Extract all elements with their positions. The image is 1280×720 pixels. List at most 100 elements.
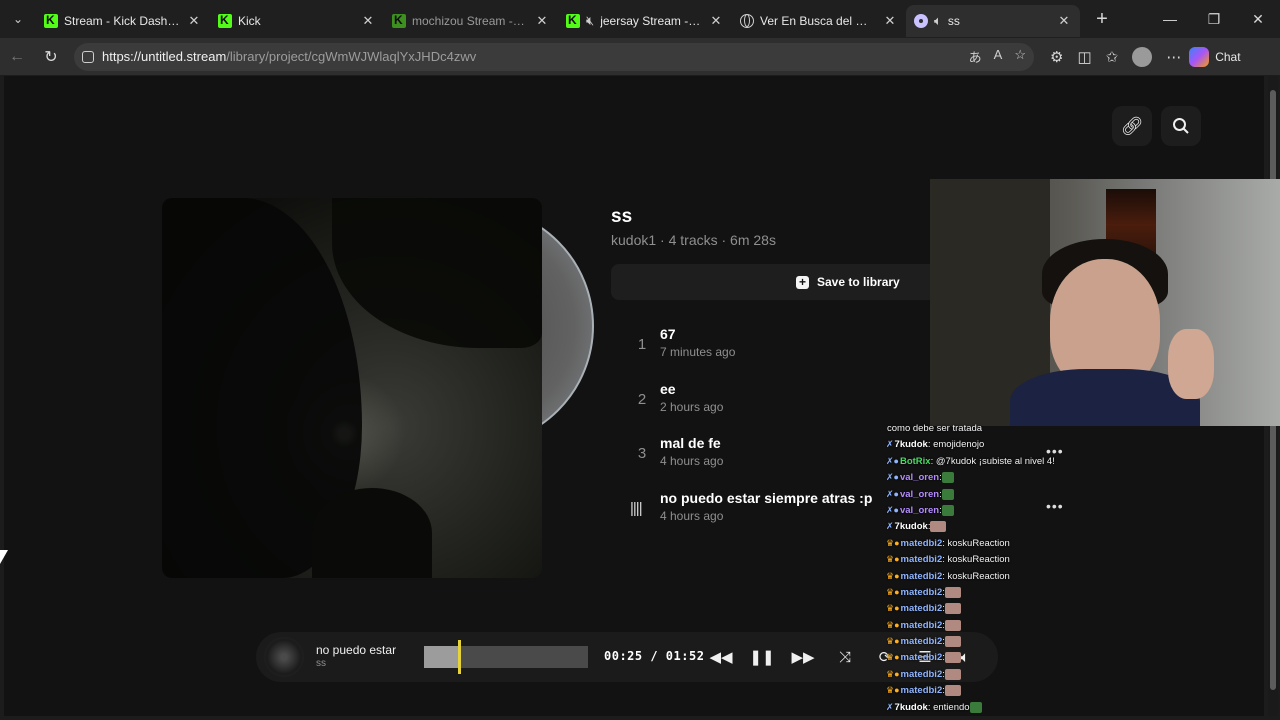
chat-username[interactable]: 7kudok — [895, 702, 928, 713]
track-number: 2 — [637, 391, 647, 408]
chat-username[interactable]: matedbi2 — [901, 554, 943, 565]
track-number: 3 — [637, 445, 647, 462]
chat-emote-icon — [944, 619, 961, 631]
reload-button[interactable]: ↻ — [34, 42, 68, 72]
copilot-chat-button[interactable]: Chat — [1189, 46, 1241, 67]
track-time: 2 hours ago — [660, 400, 724, 414]
split-screen-icon[interactable]: ◫ — [1077, 48, 1091, 66]
track-time: 4 hours ago — [660, 454, 724, 468]
chat-message: ♛●matedbi2: koskuReaction — [886, 551, 1086, 567]
globe-icon — [740, 14, 754, 28]
previous-track-button[interactable]: ◀◀ — [708, 645, 734, 669]
shuffle-button[interactable]: ⤨ — [832, 645, 858, 669]
tab-kick-dashboard[interactable]: Stream - Kick Dashboard ✕ — [36, 5, 210, 37]
tab-title: jeersay Stream - Wa — [600, 14, 702, 28]
favorite-star-icon[interactable]: ☆ — [1014, 47, 1026, 66]
close-tab-icon[interactable]: ✕ — [1056, 13, 1072, 29]
chat-badge-icon: ♛● — [886, 636, 900, 647]
project-title: ss — [611, 206, 633, 227]
chat-text: : koskuReaction — [942, 554, 1010, 566]
chat-emote-icon — [944, 652, 961, 664]
waveform-played — [424, 646, 460, 668]
favorites-icon[interactable]: ✩ — [1106, 48, 1119, 66]
more-menu-icon[interactable]: ⋯ — [1166, 48, 1181, 66]
minimize-button[interactable]: — — [1148, 0, 1192, 38]
save-label: Save to library — [817, 275, 900, 289]
chat-username[interactable]: 7kudok — [895, 439, 928, 450]
close-tab-icon[interactable]: ✕ — [708, 13, 724, 29]
site-info-icon[interactable] — [82, 50, 94, 63]
chat-text: : entiendo — [927, 701, 970, 713]
chat-badge-icon: ♛● — [886, 570, 900, 581]
chat-badge-icon: ♛● — [886, 685, 900, 696]
chat-username[interactable]: matedbi2 — [901, 571, 943, 582]
restore-button[interactable]: ❐ — [1192, 0, 1236, 38]
track-row[interactable]: 1 67 7 minutes ago — [626, 326, 956, 366]
extensions-icon[interactable]: ⚙ — [1050, 48, 1063, 66]
tab-kick[interactable]: Kick ✕ — [210, 5, 384, 37]
chat-username[interactable]: matedbi2 — [901, 636, 943, 647]
chat-username[interactable]: matedbi2 — [901, 669, 943, 680]
share-link-button[interactable]: 🔗︎ — [1112, 106, 1152, 146]
kick-icon — [44, 13, 58, 28]
chat-more-options-icon[interactable]: ••• — [1046, 498, 1064, 514]
url-actions: あ A ☆ — [969, 47, 1026, 66]
tab-jeersay-stream[interactable]: 🔇︎ jeersay Stream - Wa ✕ — [558, 5, 732, 37]
chat-message: ♛●matedbi2: koskuReaction — [886, 568, 1086, 584]
chat-username[interactable]: matedbi2 — [901, 587, 943, 598]
chat-badge-icon: ✗● — [886, 455, 899, 466]
chat-username[interactable]: matedbi2 — [901, 620, 943, 631]
tab-en-busca-del-destino[interactable]: Ver En Busca del Destin ✕ — [732, 5, 906, 37]
chat-message: ♛●matedbi2: — [886, 617, 1086, 633]
speaker-icon[interactable]: 🔈︎ — [934, 13, 942, 29]
close-tab-icon[interactable]: ✕ — [186, 13, 202, 29]
chat-badge-icon: ✗● — [886, 472, 899, 483]
chat-username[interactable]: 7kudok — [895, 521, 928, 532]
back-button[interactable]: ← — [0, 42, 34, 72]
translate-icon[interactable]: あ — [969, 47, 982, 66]
next-track-button[interactable]: ▶▶ — [790, 645, 816, 669]
chat-more-options-icon[interactable]: ••• — [1046, 443, 1064, 459]
player-time: 00:25 / 01:52 — [604, 649, 705, 663]
cover-bush-silhouette — [312, 488, 432, 578]
player-artwork — [264, 637, 304, 677]
project-meta: kudok1 · 4 tracks · 6m 28s — [611, 232, 776, 248]
chat-username[interactable]: matedbi2 — [901, 538, 943, 549]
chat-username[interactable]: BotRix — [900, 456, 931, 467]
save-to-library-button[interactable]: + Save to library — [796, 264, 900, 300]
disc-icon — [914, 14, 928, 28]
chat-username[interactable]: val_oren — [900, 505, 939, 516]
player-project-name: ss — [316, 658, 326, 669]
search-button[interactable] — [1161, 106, 1201, 146]
chat-username[interactable]: val_oren — [900, 472, 939, 483]
tab-actions-menu-button[interactable]: ⌄ — [0, 0, 36, 38]
chat-username[interactable]: matedbi2 — [901, 603, 943, 614]
close-tab-icon[interactable]: ✕ — [360, 13, 376, 29]
close-tab-icon[interactable]: ✕ — [534, 13, 550, 29]
track-row[interactable]: 2 ee 2 hours ago — [626, 381, 956, 421]
tab-ss[interactable]: 🔈︎ ss ✕ — [906, 5, 1080, 37]
chat-badge-icon: ✗ — [886, 439, 894, 450]
new-tab-button[interactable]: + — [1084, 3, 1120, 35]
playhead-needle[interactable] — [458, 640, 461, 674]
profile-avatar[interactable] — [1132, 46, 1153, 67]
url-host: https://untitled.stream — [102, 49, 227, 64]
chat-emote-icon — [941, 504, 954, 516]
rewind-icon: ◀◀ — [709, 649, 733, 666]
muted-speaker-icon[interactable]: 🔇︎ — [586, 13, 594, 29]
close-tab-icon[interactable]: ✕ — [882, 13, 898, 29]
tab-mochizou-stream[interactable]: mochizou Stream - Wat ✕ — [384, 5, 558, 37]
chat-message: como debe ser tratada — [886, 420, 1086, 436]
kick-icon — [392, 13, 406, 28]
url-bar[interactable]: https://untitled.stream/library/project/… — [74, 42, 1034, 71]
project-cover-art — [162, 198, 542, 578]
chat-message: ♛●matedbi2: — [886, 682, 1086, 698]
waveform-seek-bar[interactable] — [424, 640, 588, 674]
pause-button[interactable]: ❚❚ — [749, 645, 775, 669]
chat-username[interactable]: matedbi2 — [901, 652, 943, 663]
chat-username[interactable]: val_oren — [900, 489, 939, 500]
read-aloud-icon[interactable]: A — [994, 47, 1003, 66]
close-window-button[interactable]: ✕ — [1236, 0, 1280, 38]
chat-username[interactable]: matedbi2 — [901, 685, 943, 696]
mouse-cursor — [0, 550, 8, 564]
